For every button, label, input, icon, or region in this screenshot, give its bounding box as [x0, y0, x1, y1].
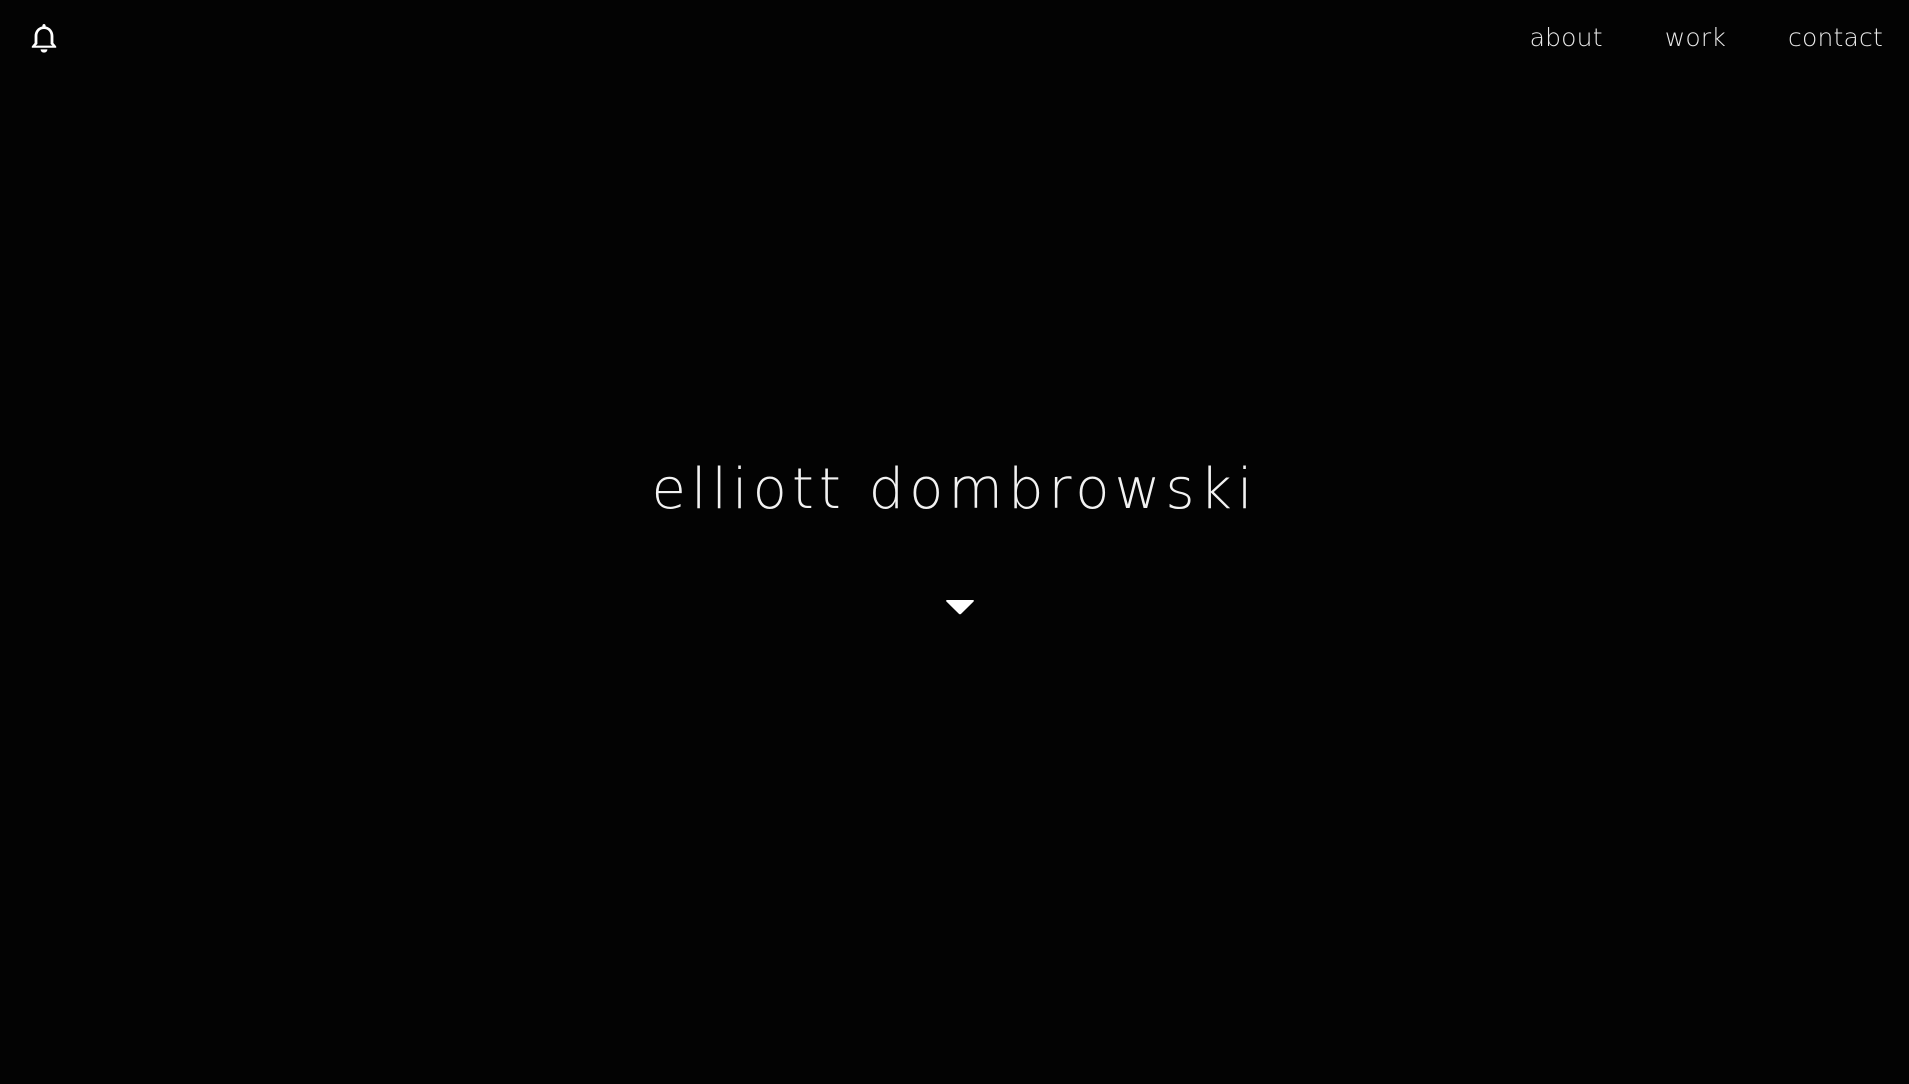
nav-link-about[interactable]: about	[1530, 20, 1603, 56]
hero-title: elliott dombrowski	[651, 457, 1258, 522]
nav-link-work[interactable]: work	[1665, 20, 1726, 56]
chevron-down-icon[interactable]	[945, 598, 975, 620]
page: about work contact elliott dombrowski	[0, 0, 1909, 1084]
nav-link-contact[interactable]: contact	[1788, 20, 1883, 56]
main-nav: about work contact	[1530, 20, 1883, 56]
bell-icon[interactable]	[26, 20, 62, 56]
